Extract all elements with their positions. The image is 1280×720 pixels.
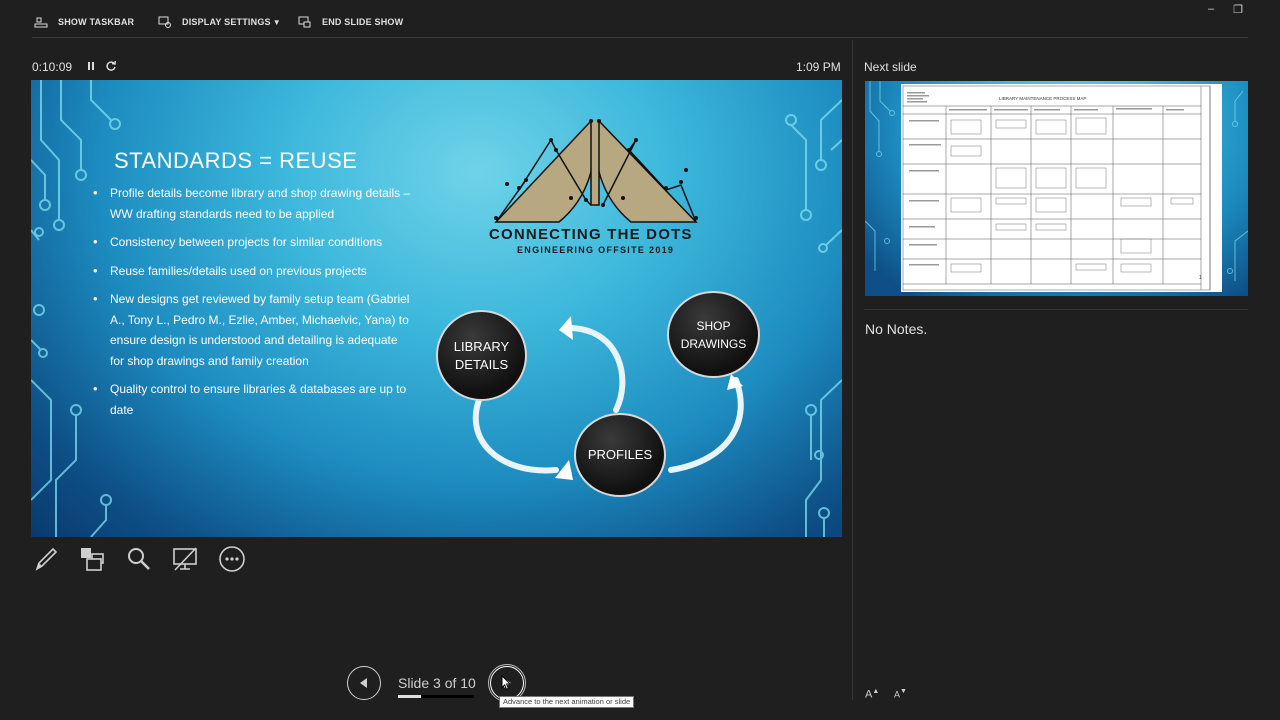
pen-icon (35, 547, 58, 571)
connecting-dots-logo (494, 119, 698, 223)
presenter-toolbar: SHOW TASKBAR DISPLAY SETTINGS ▼ END SLID… (0, 0, 1280, 40)
bullet-list: Profile details become library and shop … (93, 183, 413, 428)
display-settings-button[interactable]: DISPLAY SETTINGS ▼ (158, 14, 281, 30)
speaker-notes[interactable]: No Notes. (865, 321, 927, 337)
slide-progress-bar (398, 695, 474, 698)
black-screen-button[interactable] (169, 543, 201, 575)
bullet-item: Consistency between projects for similar… (93, 232, 413, 253)
profiles-node: PROFILES (574, 413, 666, 497)
current-slide[interactable]: STANDARDS = REUSE Profile details become… (31, 80, 842, 537)
see-all-slides-button[interactable] (76, 543, 108, 575)
decrease-font-button[interactable]: A▼ (894, 688, 907, 701)
elapsed-timer: 0:10:09 (32, 60, 73, 74)
process-map-title: LIBRARY MAINTENANCE PROCESS MAP (999, 96, 1087, 101)
pane-divider[interactable] (852, 40, 853, 700)
bullet-item: Quality control to ensure libraries & da… (93, 379, 413, 420)
triangle-left-icon (360, 678, 367, 688)
zoom-slide-button[interactable] (123, 543, 155, 575)
bullet-item: Profile details become library and shop … (93, 183, 413, 224)
end-slide-show-label: END SLIDE SHOW (322, 17, 404, 27)
bullet-item: Reuse families/details used on previous … (93, 261, 413, 282)
next-slide-preview[interactable]: 1 LIBRARY MAINTENANCE PROCESS MAP (865, 81, 1248, 296)
logo-title: CONNECTING THE DOTS (489, 226, 693, 243)
advance-tooltip: Advance to the next animation or slide (499, 696, 635, 708)
show-taskbar-button[interactable]: SHOW TASKBAR (34, 14, 134, 30)
ellipsis-icon (219, 546, 245, 572)
previous-slide-button[interactable] (347, 666, 381, 700)
mouse-cursor-icon (501, 674, 512, 696)
screen-off-icon (173, 547, 197, 571)
slide-title: STANDARDS = REUSE (114, 148, 358, 173)
slide-counter[interactable]: Slide 3 of 10 (398, 675, 476, 691)
end-slide-show-button[interactable]: END SLIDE SHOW (298, 14, 403, 30)
process-map-document: 1 LIBRARY MAINTENANCE PROCESS MAP (901, 84, 1222, 292)
current-time: 1:09 PM (796, 60, 841, 74)
bullet-item: New designs get reviewed by family setup… (93, 289, 413, 371)
logo-subtitle: ENGINEERING OFFSITE 2019 (517, 245, 675, 255)
display-settings-icon (158, 16, 171, 28)
increase-font-button[interactable]: A▲ (865, 688, 879, 701)
minimize-button[interactable]: – (1203, 3, 1219, 15)
progress-fill (398, 695, 421, 698)
pen-tool-button[interactable] (30, 543, 62, 575)
display-settings-label: DISPLAY SETTINGS (182, 17, 271, 27)
chevron-down-icon: ▼ (272, 17, 281, 27)
library-details-node: LIBRARY DETAILS (436, 310, 527, 401)
toolbar-divider (32, 37, 1248, 38)
next-slide-label: Next slide (864, 60, 917, 74)
shop-drawings-node: SHOP DRAWINGS (667, 291, 760, 378)
grid-slides-icon (81, 548, 104, 571)
restart-timer-icon[interactable] (104, 59, 118, 73)
restore-button[interactable]: ❐ (1230, 3, 1246, 16)
pause-timer-icon[interactable] (84, 59, 98, 73)
svg-text:1: 1 (1199, 275, 1202, 281)
magnifier-icon (128, 548, 150, 570)
more-options-button[interactable] (216, 543, 248, 575)
taskbar-icon (34, 17, 48, 28)
end-show-icon (298, 16, 311, 28)
notes-divider (864, 309, 1248, 310)
show-taskbar-label: SHOW TASKBAR (58, 17, 135, 27)
